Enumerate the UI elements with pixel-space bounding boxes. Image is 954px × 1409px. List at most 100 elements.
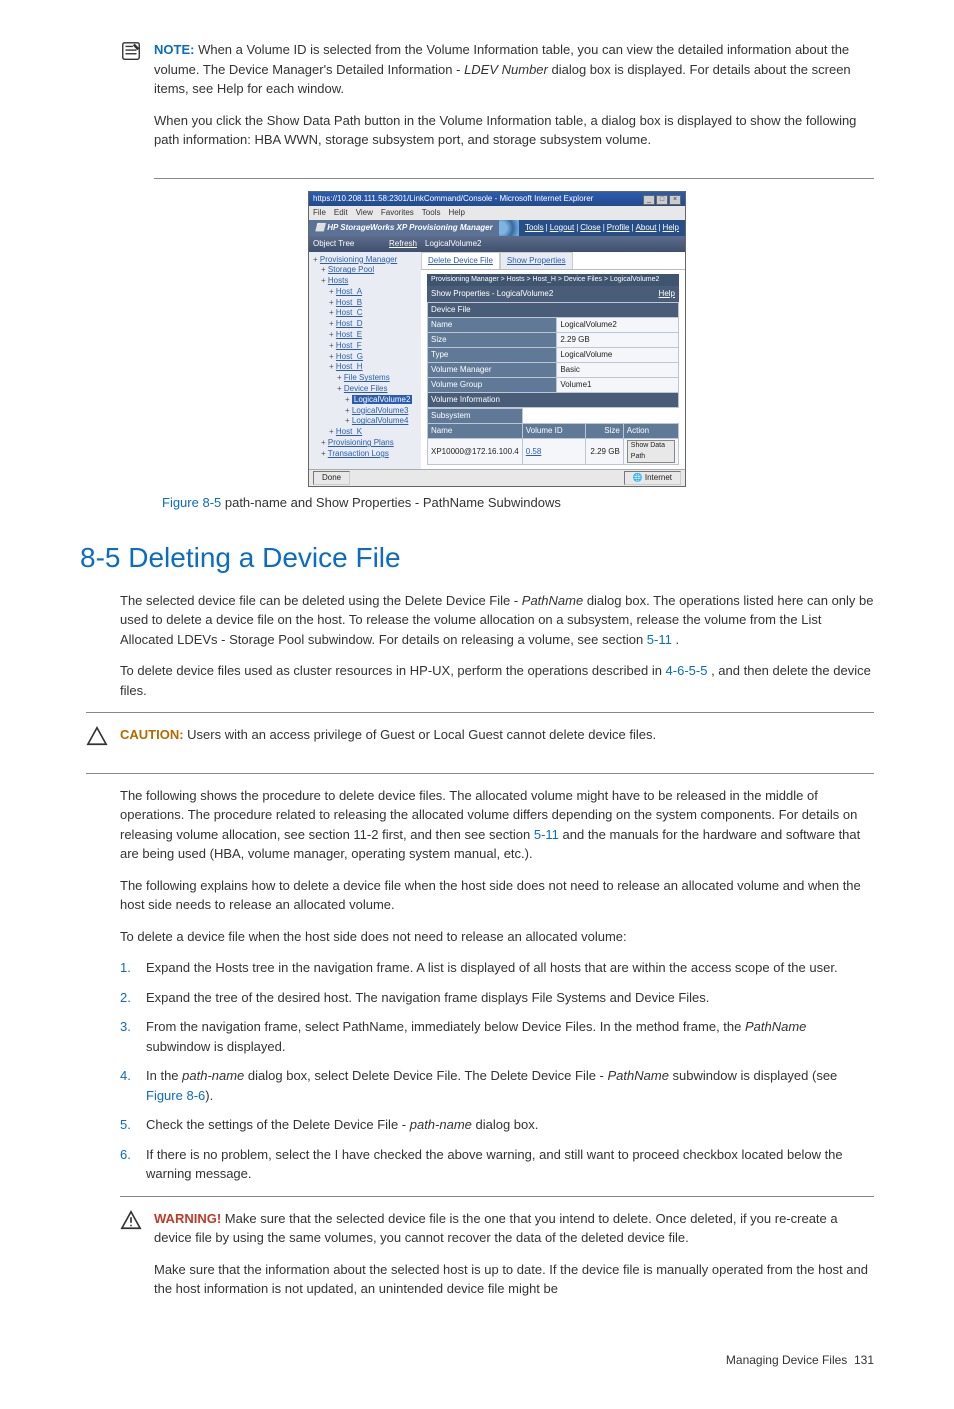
step-2: Expand the tree of the desired host. The… <box>120 988 874 1008</box>
steps-list: Expand the Hosts tree in the navigation … <box>120 958 874 1184</box>
note-p1-italic: LDEV Number <box>464 62 548 77</box>
menu-file[interactable]: File <box>313 207 326 219</box>
xref-5-11[interactable]: 5-11 <box>647 632 672 647</box>
refresh-link[interactable]: Refresh <box>389 238 417 250</box>
tree-logicalvolume2[interactable]: LogicalVolume2 <box>352 395 412 404</box>
section-p1: The selected device file can be deleted … <box>120 591 874 650</box>
row-vg-key: Volume Group <box>428 378 557 393</box>
cell-volid-link[interactable]: 0.58 <box>526 447 542 456</box>
tree-provisioning-manager[interactable]: Provisioning Manager <box>320 255 397 264</box>
note-label: NOTE: <box>154 42 194 57</box>
warning-p2: Make sure that the information about the… <box>154 1260 874 1299</box>
panel-title: Show Properties - LogicalVolume2 <box>431 288 553 300</box>
nav-header: Object Tree Refresh <box>309 236 421 252</box>
col-name: Name <box>428 424 523 439</box>
xref-4-6-5-5[interactable]: 4-6-5-5 <box>666 663 708 678</box>
link-close[interactable]: Close <box>578 222 602 234</box>
nav-panel: Object Tree Refresh Provisioning Manager… <box>309 236 421 470</box>
warning-block: WARNING! Make sure that the selected dev… <box>120 1209 874 1311</box>
menu-edit[interactable]: Edit <box>334 207 348 219</box>
body2-p2: The following explains how to delete a d… <box>120 876 874 915</box>
screenshot: https://10.208.111.58:2301/LinkCommand/C… <box>308 191 686 488</box>
tree-storage-pool[interactable]: Storage Pool <box>328 265 374 274</box>
tree-device-files[interactable]: Device Files <box>344 384 388 393</box>
note-block: NOTE: When a Volume ID is selected from … <box>120 40 874 162</box>
tab-show-properties[interactable]: Show Properties <box>500 252 573 269</box>
col-size: Size <box>586 424 624 439</box>
xref-5-11b[interactable]: 5-11 <box>534 827 559 842</box>
tree-logicalvolume4[interactable]: LogicalVolume4 <box>352 416 408 425</box>
tree-host-e[interactable]: Host_E <box>336 330 362 339</box>
link-about[interactable]: About <box>634 222 659 234</box>
warning-p1: Make sure that the selected device file … <box>154 1211 838 1246</box>
tree-host-b[interactable]: Host_B <box>336 298 362 307</box>
section-title: 8-5 Deleting a Device File <box>80 537 874 579</box>
brand-swoosh <box>499 220 519 236</box>
tree-file-systems[interactable]: File Systems <box>344 373 390 382</box>
menu-tools[interactable]: Tools <box>422 207 441 219</box>
browser-title: https://10.208.111.58:2301/LinkCommand/C… <box>313 193 593 205</box>
menu-help[interactable]: Help <box>448 207 464 219</box>
menu-favorites[interactable]: Favorites <box>381 207 414 219</box>
brand-links: Tools| Logout| Close| Profile| About| He… <box>519 220 685 236</box>
status-bar: Done 🌐 Internet <box>309 469 685 486</box>
section-p2: To delete device files used as cluster r… <box>120 661 874 700</box>
tree-transaction-logs[interactable]: Transaction Logs <box>328 449 389 458</box>
tab-delete-device-file[interactable]: Delete Device File <box>421 252 500 269</box>
page-footer: Managing Device Files 131 <box>120 1351 874 1369</box>
status-zone: Internet <box>645 473 672 482</box>
col-action: Action <box>623 424 678 439</box>
row-size-val: 2.29 GB <box>557 333 679 348</box>
link-tools[interactable]: Tools <box>523 222 546 234</box>
footer-page: 131 <box>854 1353 874 1367</box>
step-6: If there is no problem, select the I hav… <box>120 1145 874 1184</box>
link-logout[interactable]: Logout <box>548 222 576 234</box>
breadcrumb: Provisioning Manager > Hosts > Host_H > … <box>427 274 679 287</box>
tree-provisioning-plans[interactable]: Provisioning Plans <box>328 438 394 447</box>
window-buttons[interactable]: _□× <box>642 193 681 205</box>
row-type-key: Type <box>428 348 557 363</box>
tree-host-g[interactable]: Host_G <box>336 352 363 361</box>
tree-host-d[interactable]: Host_D <box>336 319 363 328</box>
cell-subsystem: XP10000@172.16.100.4 <box>428 439 523 465</box>
properties-table: Device File NameLogicalVolume2 Size2.29 … <box>427 302 679 408</box>
link-help[interactable]: Help <box>661 222 681 234</box>
body2-p3: To delete a device file when the host si… <box>120 927 874 947</box>
col-volid: Volume ID <box>522 424 585 439</box>
status-done: Done <box>313 471 350 485</box>
row-type-val: LogicalVolume <box>557 348 679 363</box>
menu-view[interactable]: View <box>356 207 373 219</box>
divider <box>86 712 874 713</box>
brand-title: HP StorageWorks XP Provisioning Manager <box>327 222 493 234</box>
caution-icon <box>86 725 114 757</box>
row-size-key: Size <box>428 333 557 348</box>
tree-host-f[interactable]: Host_F <box>336 341 362 350</box>
xref-figure-8-6[interactable]: Figure 8-6 <box>146 1088 205 1103</box>
caution-text: Users with an access privilege of Guest … <box>187 727 656 742</box>
volume-info-table: Subsystem Name Volume ID Size Action XP1… <box>427 408 679 465</box>
table-row: XP10000@172.16.100.4 0.58 2.29 GB Show D… <box>428 439 679 465</box>
tree-host-a[interactable]: Host_A <box>336 287 362 296</box>
tree-host-c[interactable]: Host_C <box>336 308 363 317</box>
link-profile[interactable]: Profile <box>605 222 632 234</box>
step-5: Check the settings of the Delete Device … <box>120 1115 874 1135</box>
tree-hosts[interactable]: Hosts <box>328 276 348 285</box>
content-header: LogicalVolume2 <box>421 236 685 252</box>
cell-size: 2.29 GB <box>586 439 624 465</box>
note-icon <box>120 40 148 162</box>
note-body: NOTE: When a Volume ID is selected from … <box>154 40 874 162</box>
method-nav: Delete Device File Show Properties <box>421 252 685 270</box>
divider <box>120 1196 874 1197</box>
figure-ref[interactable]: Figure 8-5 <box>162 495 221 510</box>
show-data-path-button[interactable]: Show Data Path <box>627 440 675 463</box>
tree-host-k[interactable]: Host_K <box>336 427 362 436</box>
browser-menubar[interactable]: File Edit View Favorites Tools Help <box>309 206 685 220</box>
warning-label: WARNING! <box>154 1211 221 1226</box>
section-device-file: Device File <box>428 303 679 318</box>
tree-logicalvolume3[interactable]: LogicalVolume3 <box>352 406 408 415</box>
figure-caption: Figure 8-5 path-name and Show Properties… <box>162 493 874 513</box>
note-p2: When you click the Show Data Path button… <box>154 111 874 150</box>
panel-help-link[interactable]: Help <box>659 288 675 300</box>
tree-host-h[interactable]: Host_H <box>336 362 363 371</box>
nav-tree[interactable]: Provisioning Manager Storage Pool Hosts … <box>309 252 421 463</box>
